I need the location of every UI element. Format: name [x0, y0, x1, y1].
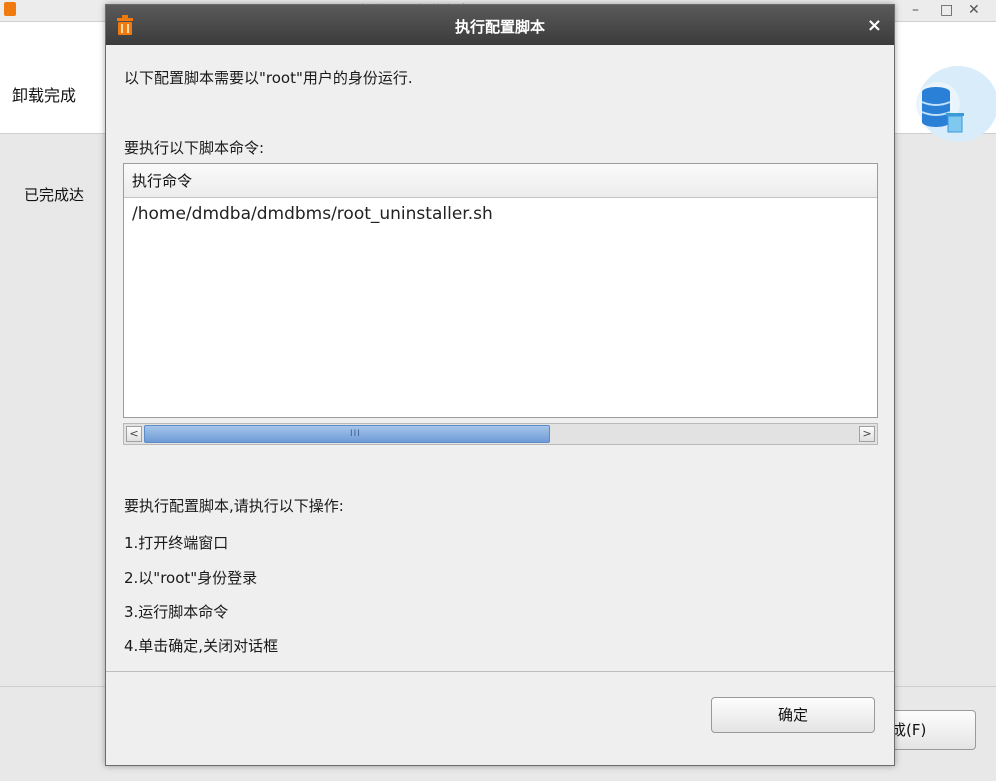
- intro-text: 以下配置脚本需要以"root"用户的身份运行.: [124, 69, 413, 87]
- step-2: 2.以"root"身份登录: [124, 569, 258, 587]
- database-trash-icon: [916, 66, 996, 142]
- step-4: 4.单击确定,关闭对话框: [124, 637, 279, 655]
- background-header-title: 卸载完成: [12, 86, 77, 105]
- ok-button[interactable]: 确定: [711, 697, 875, 733]
- minimize-button[interactable]: –: [912, 2, 919, 18]
- step-1: 1.打开终端窗口: [124, 534, 229, 552]
- dialog-title: 执行配置脚本: [454, 18, 545, 36]
- table-row[interactable]: /home/dmdba/dmdbms/root_uninstaller.sh: [124, 198, 877, 232]
- installer-app-icon: [4, 2, 16, 16]
- scrollbar-thumb[interactable]: III: [144, 425, 550, 443]
- run-config-script-dialog: 执行配置脚本 × 以下配置脚本需要以"root"用户的身份运行. 要执行以下脚本…: [105, 4, 895, 766]
- background-status-text: 已完成达: [24, 186, 85, 204]
- scrollbar-grip: III: [350, 429, 361, 439]
- scroll-right-arrow-icon[interactable]: >: [859, 426, 875, 442]
- command-table: 执行命令 /home/dmdba/dmdbms/root_uninstaller…: [123, 163, 878, 418]
- dialog-close-button[interactable]: ×: [867, 15, 882, 36]
- command-label: 要执行以下脚本命令:: [124, 139, 265, 157]
- steps-heading: 要执行配置脚本,请执行以下操作:: [124, 497, 344, 515]
- scroll-left-arrow-icon[interactable]: <: [126, 426, 142, 442]
- maximize-button[interactable]: □: [940, 2, 953, 18]
- column-header-command[interactable]: 执行命令: [124, 164, 877, 198]
- dialog-titlebar: 执行配置脚本 ×: [106, 5, 894, 45]
- window-close-button[interactable]: ✕: [968, 2, 980, 18]
- step-3: 3.运行脚本命令: [124, 603, 229, 621]
- dialog-content: 以下配置脚本需要以"root"用户的身份运行. 要执行以下脚本命令: 执行命令 …: [106, 45, 894, 672]
- horizontal-scrollbar[interactable]: < III >: [123, 423, 878, 445]
